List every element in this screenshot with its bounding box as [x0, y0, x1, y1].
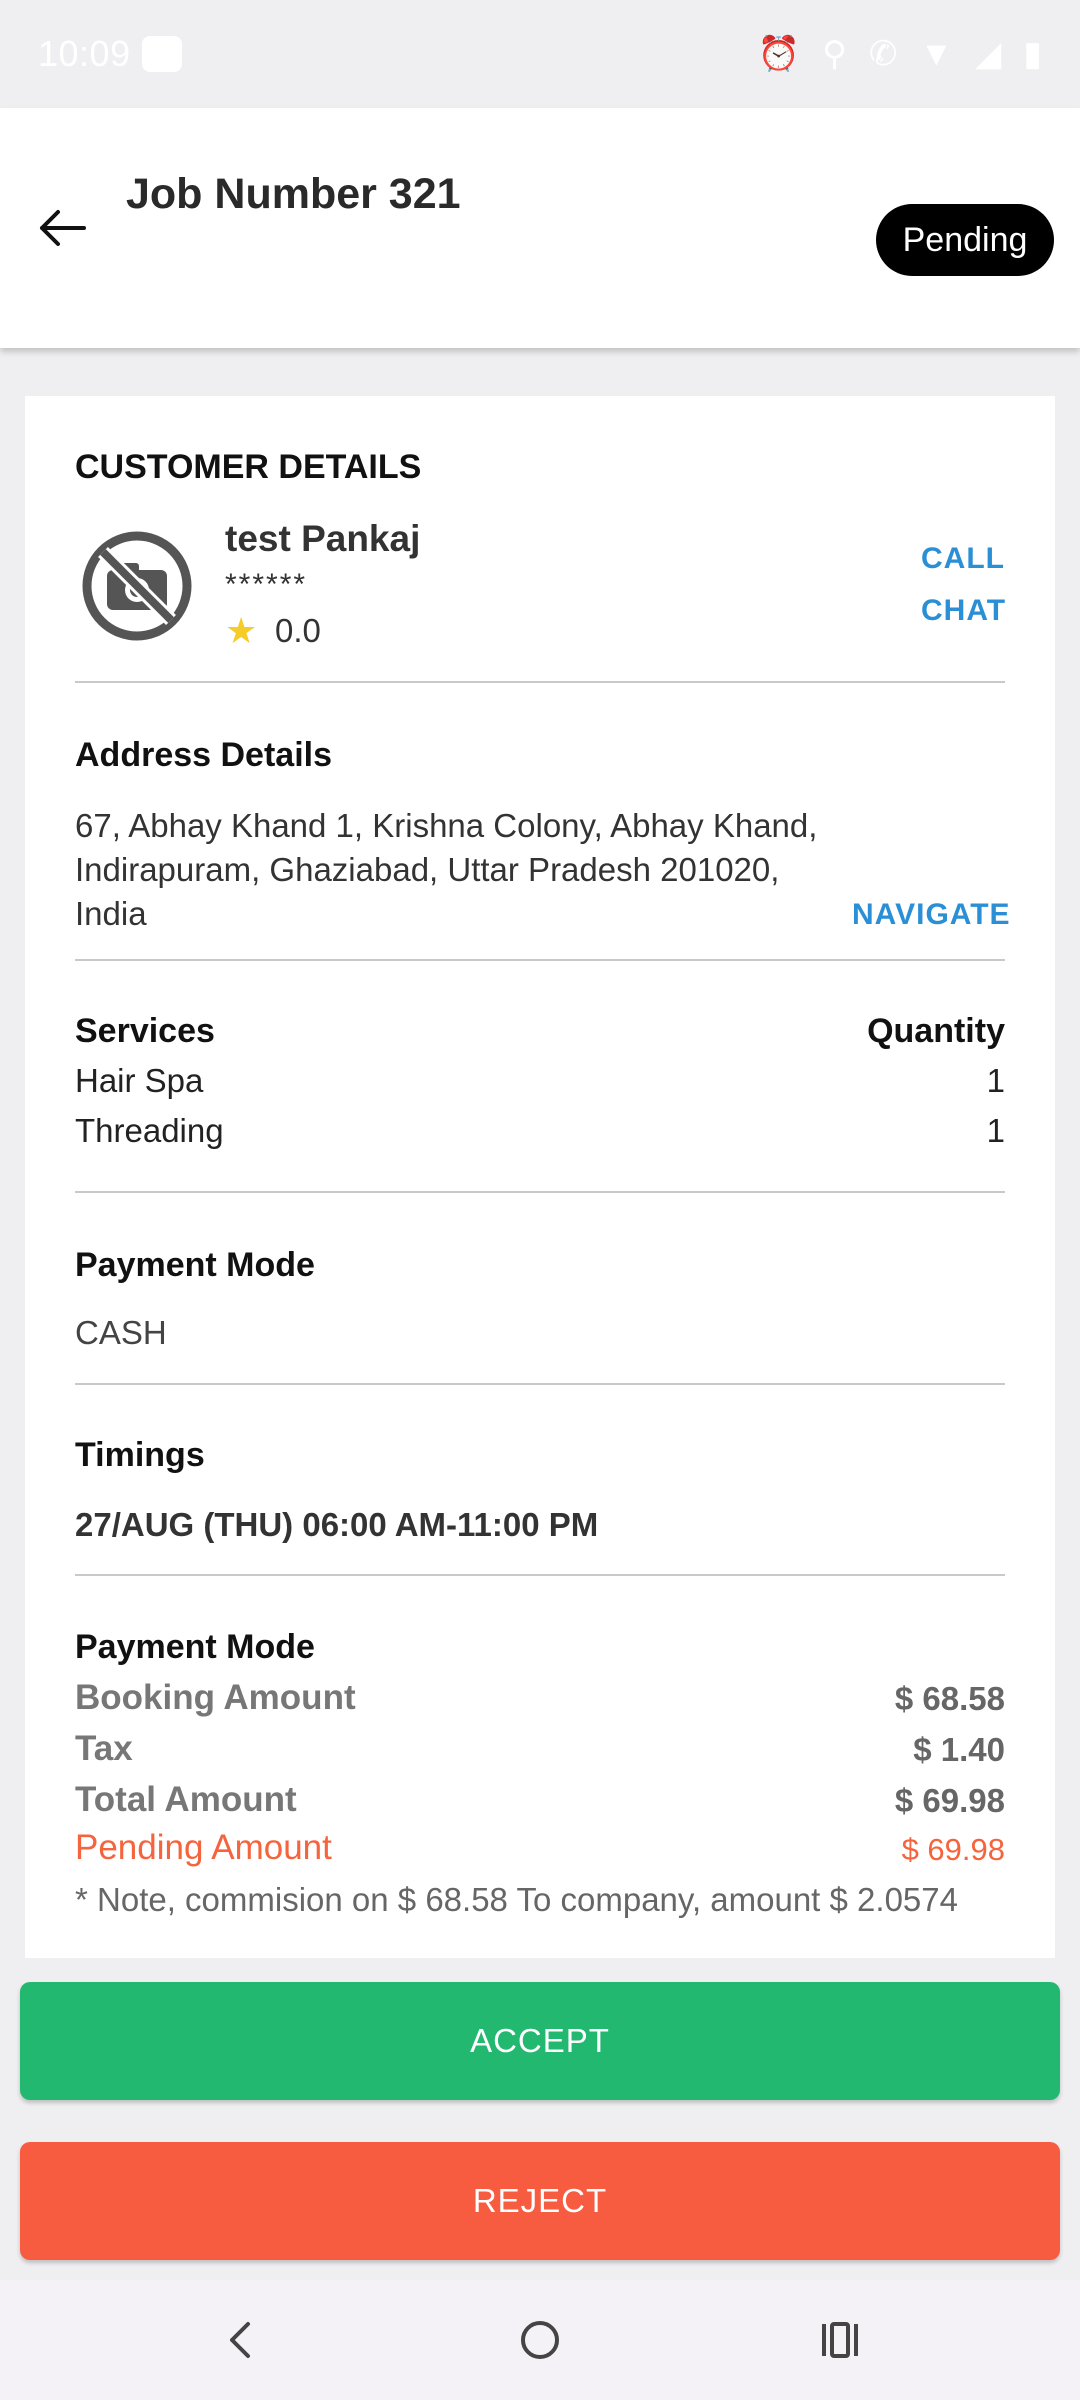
service-name: Hair Spa: [75, 1062, 204, 1099]
total-amount-value: $ 69.98: [894, 1782, 1005, 1819]
customer-name: test Pankaj: [225, 518, 421, 559]
pending-amount-label: Pending Amount: [75, 1828, 332, 1867]
signal-icon: ◢: [975, 35, 1002, 73]
alarm-icon: ⏰: [757, 35, 801, 73]
customer-details-heading: CUSTOMER DETAILS: [75, 448, 422, 486]
accept-button[interactable]: ACCEPT: [20, 1982, 1060, 2100]
wifi-icon: ▼: [919, 35, 954, 73]
service-qty: 1: [986, 1112, 1005, 1149]
commission-note: * Note, commision on $ 68.58 To company,…: [75, 1881, 958, 1918]
chat-button[interactable]: CHAT: [921, 594, 1006, 628]
reject-button[interactable]: REJECT: [20, 2142, 1060, 2260]
navigate-button[interactable]: NAVIGATE: [852, 898, 1011, 932]
quantity-heading: Quantity: [867, 1012, 1005, 1050]
address-heading: Address Details: [75, 736, 332, 774]
app-bar: Job Number 321 Pending: [0, 108, 1080, 348]
divider: [75, 1383, 1005, 1385]
payment-summary-heading: Payment Mode: [75, 1628, 315, 1666]
location-icon: ⚲: [822, 35, 847, 73]
tax-value: $ 1.40: [913, 1731, 1005, 1768]
pending-amount-value: $ 69.98: [901, 1832, 1005, 1867]
back-arrow-icon[interactable]: [34, 200, 90, 256]
divider: [75, 1574, 1005, 1576]
no-photo-icon: [82, 531, 192, 641]
customer-phone: ******: [225, 568, 308, 601]
divider: [75, 959, 1005, 961]
star-icon: ★: [225, 610, 258, 651]
payment-mode-heading: Payment Mode: [75, 1246, 315, 1284]
address-text: 67, Abhay Khand 1, Krishna Colony, Abhay…: [75, 807, 818, 932]
system-nav-bar: [0, 2280, 1080, 2400]
total-amount-label: Total Amount: [75, 1780, 297, 1819]
timings-heading: Timings: [75, 1436, 205, 1474]
status-icons: ⏰ ⚲ ✆ ▼ ◢ ▮: [758, 34, 1042, 74]
payment-mode-value: CASH: [75, 1314, 167, 1351]
nav-home-icon[interactable]: [510, 2310, 570, 2370]
services-heading: Services: [75, 1012, 215, 1050]
wifi-call-icon: ✆: [868, 35, 898, 73]
rating-value: 0.0: [275, 612, 321, 649]
call-button[interactable]: CALL: [921, 542, 1005, 576]
notification-icon: [142, 36, 182, 72]
job-details-card: CUSTOMER DETAILS test Pankaj ****** ★ 0.…: [25, 396, 1055, 1958]
tax-label: Tax: [75, 1729, 133, 1768]
status-time: 10:09: [38, 33, 131, 74]
page-title: Job Number 321: [126, 170, 461, 218]
service-name: Threading: [75, 1112, 224, 1149]
booking-amount-value: $ 68.58: [894, 1680, 1005, 1717]
nav-back-icon[interactable]: [210, 2310, 270, 2370]
booking-amount-label: Booking Amount: [75, 1678, 356, 1717]
battery-icon: ▮: [1023, 35, 1042, 73]
service-qty: 1: [986, 1062, 1005, 1099]
nav-recents-icon[interactable]: [810, 2310, 870, 2370]
timings-value: 27/AUG (THU) 06:00 AM-11:00 PM: [75, 1506, 599, 1543]
divider: [75, 681, 1005, 683]
status-badge: Pending: [876, 204, 1054, 276]
divider: [75, 1191, 1005, 1193]
status-bar: 10:09 ⏰ ⚲ ✆ ▼ ◢ ▮: [0, 0, 1080, 108]
